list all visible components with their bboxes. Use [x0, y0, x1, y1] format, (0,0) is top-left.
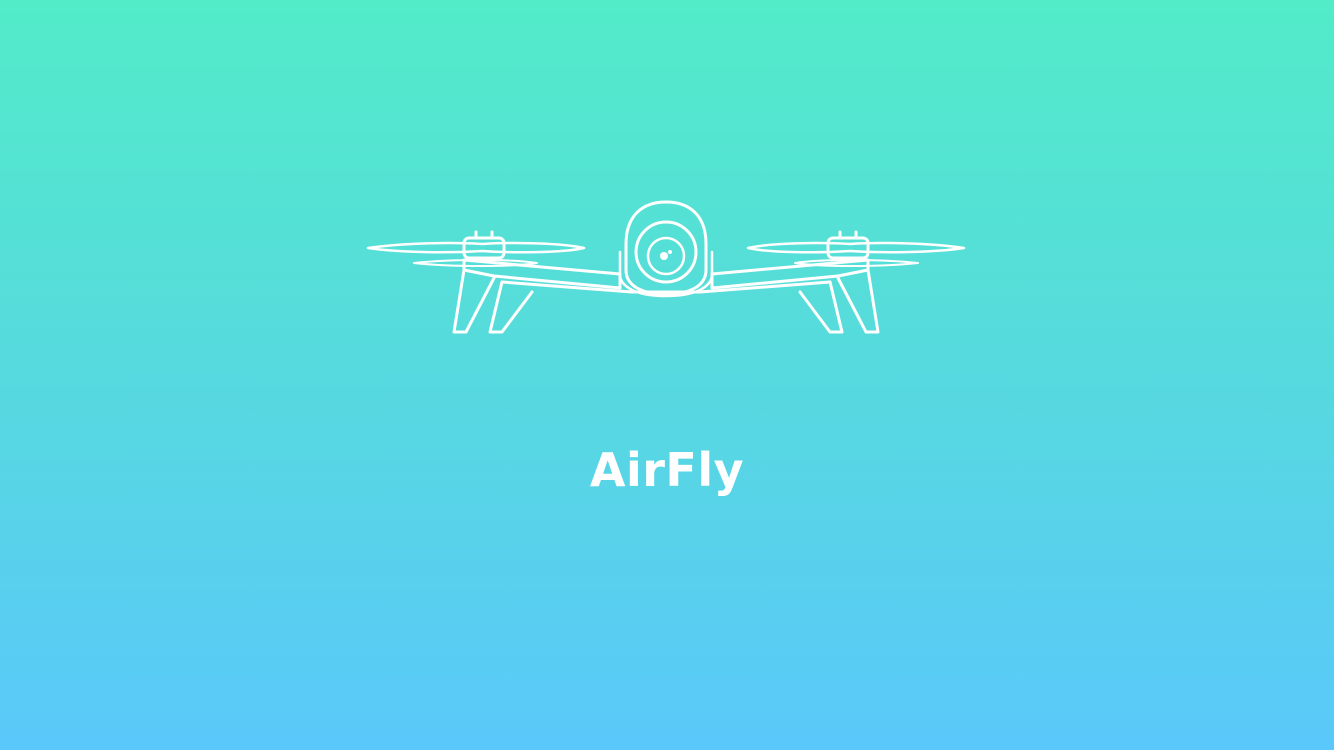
drone-icon	[362, 196, 970, 340]
splash-screen: AirFly	[0, 0, 1334, 750]
app-name: AirFly	[589, 443, 745, 497]
